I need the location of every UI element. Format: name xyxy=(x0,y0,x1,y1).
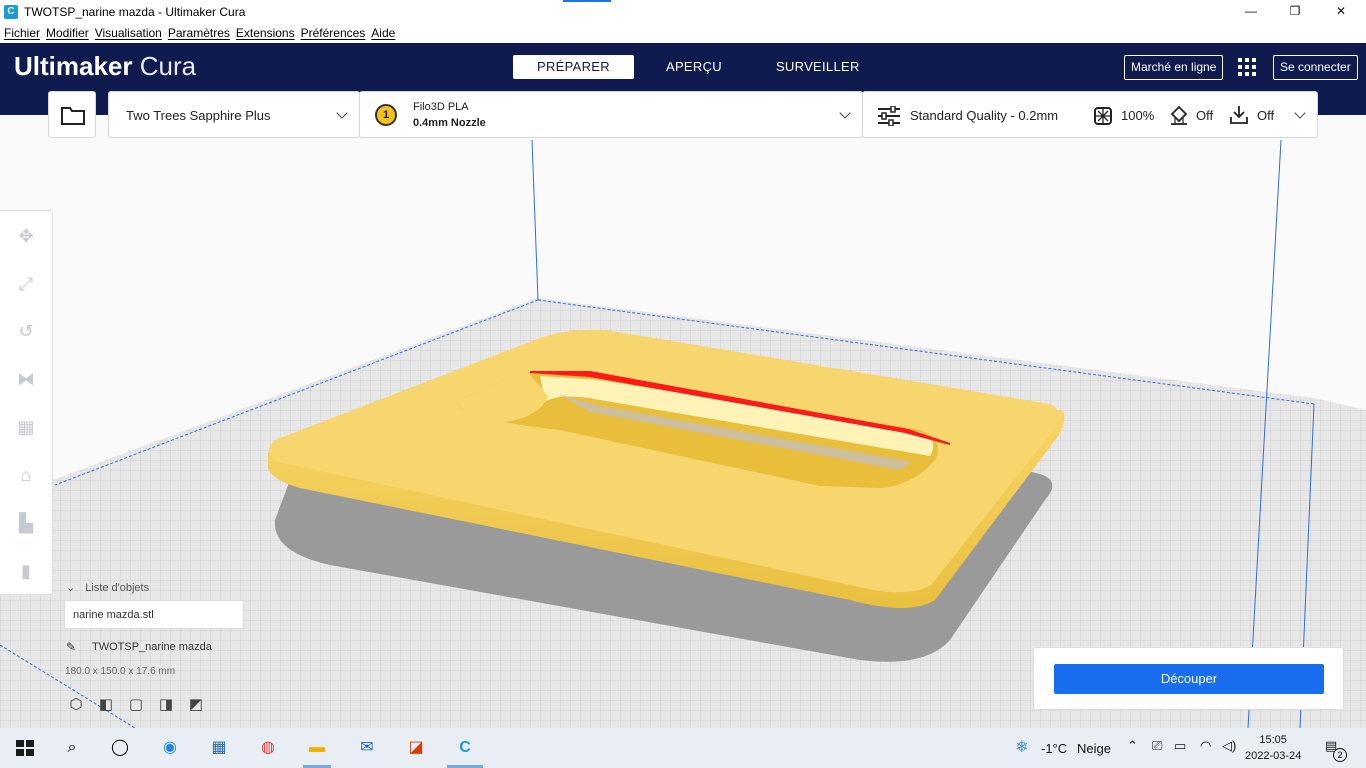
support-blocker-icon[interactable]: ⌂ xyxy=(16,465,36,485)
tab-prepare[interactable]: PRÉPARER xyxy=(513,55,634,79)
windows-start-icon[interactable] xyxy=(13,736,37,760)
mail-icon[interactable]: ✉ xyxy=(355,736,379,760)
edge-browser-icon[interactable]: ◉ xyxy=(158,736,182,760)
printer-name: Two Trees Sapphire Plus xyxy=(126,108,271,123)
job-name[interactable]: TWOTSP_narine mazda xyxy=(92,641,212,653)
brand-bold: Ultimaker xyxy=(14,51,133,81)
slice-button[interactable]: Découper xyxy=(1054,664,1324,694)
window-titlebar: C TWOTSP_narine mazda - Ultimaker Cura —… xyxy=(0,0,1366,23)
menu-preferences[interactable]: Préférences xyxy=(301,26,366,40)
menu-extensions[interactable]: Extensions xyxy=(236,26,295,40)
menu-file[interactable]: Fichier xyxy=(4,26,40,40)
infill-icon xyxy=(1094,107,1112,125)
object-list-header[interactable]: ⌄ Liste d'objets xyxy=(66,581,149,594)
brand-light: Cura xyxy=(139,51,197,81)
marketplace-button[interactable]: Marché en ligne xyxy=(1124,55,1224,80)
material-name: Filo3D PLA xyxy=(413,101,469,113)
weather-temperature[interactable]: -1°C xyxy=(1041,741,1067,756)
per-model-settings-icon[interactable]: ▦ xyxy=(16,417,36,437)
view-front-icon[interactable]: ◧ xyxy=(96,695,116,713)
view-top-icon[interactable]: ▢ xyxy=(126,695,146,713)
office-icon[interactable]: ◪ xyxy=(404,736,428,760)
left-toolbar: ✥ ⤢ ↺ ⧓ ▦ ⌂ ▙ ▮ xyxy=(0,210,53,595)
model-dimensions: 180.0 x 150.0 x 17.6 mm xyxy=(65,666,176,677)
scale-tool-icon[interactable]: ⤢ xyxy=(16,274,36,294)
battery-icon[interactable]: ▭ xyxy=(1174,738,1186,754)
weather-snow-icon[interactable]: ❄ xyxy=(1010,736,1034,760)
task-view-icon[interactable]: ◯ xyxy=(108,736,132,760)
titlebar-accent xyxy=(563,0,611,2)
chevron-down-icon: ⌄ xyxy=(66,582,76,594)
sliders-icon xyxy=(878,106,900,126)
view-3d-icon[interactable]: ⬡ xyxy=(66,695,86,713)
wifi-icon[interactable]: ◠ xyxy=(1200,738,1211,754)
open-file-button[interactable] xyxy=(48,91,96,138)
chevron-down-icon xyxy=(336,107,348,119)
chrome-icon[interactable]: ◍ xyxy=(256,736,280,760)
support-value: Off xyxy=(1196,108,1214,123)
brand-logo: Ultimaker Cura xyxy=(14,51,196,82)
stage-tabs: PRÉPARER APERÇU SURVEILLER xyxy=(513,55,882,79)
minimize-button[interactable]: — xyxy=(1228,0,1274,23)
object-list-item[interactable]: narine mazda.stl xyxy=(64,600,244,629)
support-icon xyxy=(1170,105,1188,125)
volume-icon[interactable]: ◁) xyxy=(1222,738,1236,754)
chevron-down-icon xyxy=(1294,107,1306,119)
cura-taskbar-icon[interactable]: C xyxy=(453,736,477,760)
nozzle-size: 0.4mm Nozzle xyxy=(413,117,486,129)
maximize-button[interactable]: ❐ xyxy=(1272,0,1318,23)
meet-now-icon[interactable]: ⎚ xyxy=(1152,738,1162,754)
clock-time: 15:05 xyxy=(1259,734,1287,746)
menu-settings[interactable]: Paramètres xyxy=(168,26,230,40)
infill-value: 100% xyxy=(1121,108,1155,123)
rotate-tool-icon[interactable]: ↺ xyxy=(16,321,36,341)
extruder-badge-icon: 1 xyxy=(375,104,397,126)
apps-grid-icon[interactable] xyxy=(1238,58,1256,76)
menu-view[interactable]: Visualisation xyxy=(95,26,162,40)
chevron-up-icon[interactable]: ⌃ xyxy=(1127,738,1138,754)
notification-count: 2 xyxy=(1333,748,1347,762)
cura-app-icon: C xyxy=(4,4,18,19)
slice-panel: Découper xyxy=(1033,647,1344,710)
print-settings-selector[interactable]: Standard Quality - 0.2mm 100% Off Off xyxy=(862,91,1318,138)
view-left-icon[interactable]: ◨ xyxy=(156,695,176,713)
weather-condition[interactable]: Neige xyxy=(1077,741,1111,756)
menu-edit[interactable]: Modifier xyxy=(46,26,89,40)
close-button[interactable]: ✕ xyxy=(1318,0,1364,23)
material-selector[interactable]: 1 Filo3D PLA 0.4mm Nozzle xyxy=(359,91,863,138)
signin-button[interactable]: Se connecter xyxy=(1273,55,1358,80)
move-tool-icon[interactable]: ✥ xyxy=(16,226,36,246)
file-explorer-icon[interactable]: ▬ xyxy=(305,736,329,760)
menu-help[interactable]: Aide xyxy=(371,26,395,40)
build-plate-viewport[interactable] xyxy=(0,115,1366,728)
view-right-icon[interactable]: ◩ xyxy=(186,695,206,713)
chevron-down-icon xyxy=(839,107,851,119)
clock-date: 2022-03-24 xyxy=(1245,750,1302,762)
cylinder-tool-icon[interactable]: ▮ xyxy=(16,561,36,581)
tab-monitor[interactable]: SURVEILLER xyxy=(754,55,882,79)
printer-selector[interactable]: Two Trees Sapphire Plus xyxy=(108,91,360,138)
windows-taskbar: ⌕ ◯ ◉ ▦ ◍ ▬ ✉ ◪ C ❄ -1°C Neige ⌃ ⎚ ▭ ◠ ◁… xyxy=(0,728,1366,768)
tab-preview[interactable]: APERÇU xyxy=(634,55,754,79)
system-clock[interactable]: 15:05 2022-03-24 xyxy=(1245,732,1301,764)
store-icon[interactable]: ▦ xyxy=(207,736,231,760)
adhesion-icon xyxy=(1230,106,1248,124)
object-list-label: Liste d'objets xyxy=(85,582,150,594)
stairs-tool-icon[interactable]: ▙ xyxy=(16,513,36,533)
window-title: TWOTSP_narine mazda - Ultimaker Cura xyxy=(24,4,246,19)
edit-pencil-icon[interactable]: ✎ xyxy=(66,640,76,654)
search-icon[interactable]: ⌕ xyxy=(60,736,84,760)
folder-icon xyxy=(61,107,85,125)
mirror-tool-icon[interactable]: ⧓ xyxy=(16,369,36,389)
quality-profile: Standard Quality - 0.2mm xyxy=(910,108,1059,123)
adhesion-value: Off xyxy=(1257,108,1275,123)
camera-views: ⬡ ◧ ▢ ◨ ◩ xyxy=(66,695,216,713)
menu-bar: Fichier Modifier Visualisation Paramètre… xyxy=(0,23,1366,43)
